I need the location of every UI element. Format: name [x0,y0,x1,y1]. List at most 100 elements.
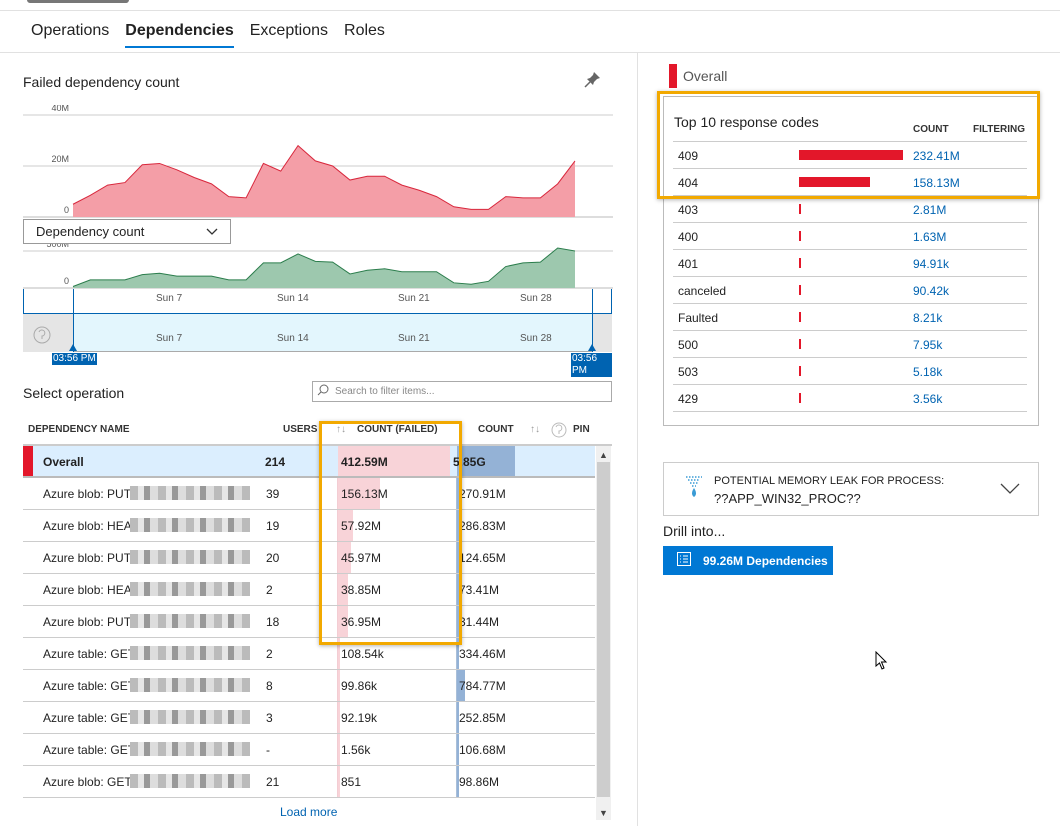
drill-into-label: Drill into... [663,523,726,539]
table-row[interactable]: Azure blob: HEAD 19 57.92M 286.83M [23,510,595,542]
users-value: 39 [266,487,280,501]
scroll-up-icon[interactable]: ▲ [599,450,608,460]
handle-arrow-icon [588,344,596,351]
response-code-row[interactable]: 400 1.63M [673,222,1027,249]
memory-leak-icon [684,475,704,502]
redacted-text [130,710,250,724]
col-dependency-name[interactable]: DEPENDENCY NAME [28,424,130,435]
operations-table: Overall 214 412.59M 5.85G Azure blob: PUT 39 1… [23,446,595,798]
failed-count-bar [338,670,340,701]
chevron-down-icon[interactable] [1000,483,1020,498]
failed-count-value: 108.54k [341,647,384,661]
table-row-overall[interactable]: Overall 214 412.59M 5.85G [23,446,595,478]
table-row[interactable]: Azure blob: PUT 39 156.13M 270.91M [23,478,595,510]
response-code-row[interactable]: 401 94.91k [673,249,1027,276]
list-icon [677,552,691,569]
response-code-row[interactable]: 429 3.56k [673,384,1027,411]
handle-arrow-icon [69,344,77,351]
col-pin[interactable]: PIN [573,424,590,435]
x-tick-label: Sun 21 [398,333,430,344]
redacted-text [130,582,250,596]
scroll-down-icon[interactable]: ▼ [599,808,608,818]
response-code-row[interactable]: canceled 90.42k [673,276,1027,303]
response-code-row[interactable]: 403 2.81M [673,195,1027,222]
response-code: 429 [678,392,699,406]
table-row[interactable]: Azure table: GET 3 92.19k 252.85M [23,702,595,734]
users-value: 19 [266,519,280,533]
response-code-count[interactable]: 2.81M [913,203,946,217]
tab-dependencies[interactable]: Dependencies [125,22,234,48]
table-row[interactable]: Azure table: GET 2 108.54k 334.46M [23,638,595,670]
search-input[interactable]: Search to filter items... [312,381,612,402]
response-code-bar [799,258,801,268]
response-code-bar [799,366,801,376]
sort-icon[interactable]: ↑↓ [530,424,540,435]
table-row[interactable]: Azure blob: GET 21 851 98.86M [23,766,595,798]
dependency-name: Azure table: GET [43,647,136,661]
table-row[interactable]: Azure table: GET 8 99.86k 784.77M [23,670,595,702]
x-tick-label: Sun 14 [277,333,309,344]
pin-icon[interactable] [584,70,602,88]
users-value: 3 [266,711,273,725]
response-code-count[interactable]: 7.95k [913,338,942,352]
count-value: 784.77M [459,679,506,693]
load-more-link[interactable]: Load more [280,805,337,819]
tab-operations[interactable]: Operations [31,22,109,48]
users-value: 2 [266,647,273,661]
table-row[interactable]: Azure blob: HEAD 2 38.85M 73.41M [23,574,595,606]
pin-reset-icon[interactable] [551,422,567,441]
table-row[interactable]: Azure blob: PUT 18 36.95M 31.44M [23,606,595,638]
dependency-name: Azure blob: PUT [43,487,132,501]
table-row[interactable]: Azure blob: PUT 20 45.97M 124.65M [23,542,595,574]
table-row[interactable]: Azure table: GET - 1.56k 106.68M [23,734,595,766]
failed-count-value: 92.19k [341,711,378,725]
response-code-count[interactable]: 8.21k [913,311,942,325]
count-value: 124.65M [459,551,506,565]
tab-exceptions[interactable]: Exceptions [250,22,328,48]
search-icon [317,384,329,399]
drill-dependencies-button[interactable]: 99.26M Dependencies [663,546,833,575]
response-code: 500 [678,338,699,352]
dependency-name: Azure blob: PUT [43,551,132,565]
response-code-count[interactable]: 3.56k [913,392,942,406]
response-code-row[interactable]: 500 7.95k [673,330,1027,357]
chevron-down-icon [206,224,218,239]
failed-count-value: 99.86k [341,679,378,693]
response-code-row[interactable]: 503 5.18k [673,357,1027,384]
failed-dependency-chart: 40M20M0 500M0 [23,105,613,289]
dependency-name: Azure blob: HEAD [43,519,141,533]
highlight-box [657,91,1040,199]
users-value: 18 [266,615,280,629]
y-tick-label: 40M [51,105,69,113]
response-code-count[interactable]: 94.91k [913,257,949,271]
redacted-text [130,486,250,500]
select-operation-label: Select operation [23,385,125,401]
col-users[interactable]: USERS [283,424,317,435]
metric-dropdown[interactable]: Dependency count [23,219,231,244]
time-brush[interactable]: Sun 7 Sun 7 Sun 14 Sun 14 Sun 21 Sun 21 Sun 28… [23,289,612,377]
insight-card[interactable]: POTENTIAL MEMORY LEAK FOR PROCESS: ??APP… [663,462,1039,516]
divider [0,52,1060,53]
mouse-cursor-icon [875,650,889,674]
failed-series-area [73,145,575,217]
time-end-label: 03:56 PM [571,353,612,377]
response-code: 401 [678,257,699,271]
response-code-row[interactable]: Faulted 8.21k [673,303,1027,330]
time-start-label: 03:56 PM [52,353,97,365]
top-scroll-indicator [27,0,129,3]
insight-title: POTENTIAL MEMORY LEAK FOR PROCESS: [714,475,945,487]
y-tick-label: 0 [64,276,69,286]
scrollbar-thumb[interactable] [597,462,610,797]
response-code-bar [799,204,801,214]
response-code-count[interactable]: 90.42k [913,284,949,298]
users-value: 8 [266,679,273,693]
x-tick-label: Sun 21 [398,293,430,304]
response-code-count[interactable]: 5.18k [913,365,942,379]
redacted-text [130,774,250,788]
redacted-text [130,518,250,532]
col-count[interactable]: COUNT [478,424,514,435]
tab-roles[interactable]: Roles [344,22,385,48]
series-color-marker [669,64,677,88]
response-code-count[interactable]: 1.63M [913,230,946,244]
redacted-text [130,614,250,628]
